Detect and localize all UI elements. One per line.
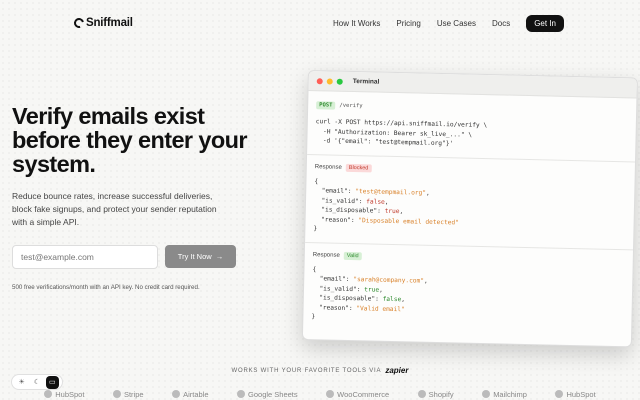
blocked-response-json: { "email": "test@tempmail.org", "is_vali… <box>313 177 459 233</box>
logo-text: Sniffmail <box>86 17 133 29</box>
tool-woocommerce: WooCommerce <box>326 390 389 399</box>
airtable-icon <box>172 390 181 398</box>
tool-hubspot-2: HubSpot <box>555 389 596 399</box>
nav-links: How It Works Pricing Use Cases Docs Get … <box>333 14 564 32</box>
terminal-window: Terminal POST /verify curl -X POST https… <box>301 70 638 348</box>
blocked-email: test@tempmail.org <box>358 188 423 197</box>
hubspot-icon <box>44 390 53 398</box>
zapier-logo: zapier <box>385 366 409 375</box>
curl-command: curl -X POST https://api.sniffmail.io/ve… <box>315 117 628 153</box>
nav-link-use-cases[interactable]: Use Cases <box>437 19 476 28</box>
close-dot-icon <box>316 77 323 84</box>
monitor-icon[interactable]: ▭ <box>45 375 59 389</box>
blocked-is-valid: false <box>366 197 385 206</box>
minimize-dot-icon <box>326 77 333 85</box>
shopify-icon <box>417 390 426 398</box>
response-label-valid: Response Valid <box>313 251 625 266</box>
integrations-heading: WORKS WITH YOUR FAVORITE TOOLS VIA zapie… <box>0 366 640 375</box>
email-input[interactable] <box>12 245 158 269</box>
blocked-badge: Blocked <box>345 163 372 172</box>
method-badge: POST <box>316 101 336 110</box>
hero-subtitle: Reduce bounce rates, increase successful… <box>12 191 217 227</box>
tool-mailchimp: Mailchimp <box>482 390 527 399</box>
tool-airtable: Airtable <box>172 389 209 399</box>
integrations-heading-text: WORKS WITH YOUR FAVORITE TOOLS VIA <box>231 367 382 374</box>
woocommerce-icon <box>326 390 335 398</box>
valid-is-valid: true <box>364 285 380 294</box>
valid-email: sarah@company.com <box>356 276 421 285</box>
valid-is-disposable: false <box>382 295 402 304</box>
maximize-dot-icon <box>336 78 343 85</box>
hero-title: Verify emails exist before they enter yo… <box>12 103 248 177</box>
tool-label: HubSpot <box>55 389 85 399</box>
tool-label: Shopify <box>428 389 454 399</box>
tool-label: WooCommerce <box>337 389 390 399</box>
tool-label: Airtable <box>183 389 209 399</box>
sun-icon[interactable]: ☀ <box>15 376 28 389</box>
mailchimp-icon <box>482 390 491 398</box>
endpoint-path: /verify <box>339 102 363 110</box>
divider <box>305 241 634 250</box>
response-label: Response <box>312 251 340 259</box>
tool-hubspot: HubSpot <box>44 390 84 399</box>
valid-response-json: { "email": "sarah@company.com", "is_vali… <box>311 265 428 321</box>
tool-label: HubSpot <box>566 389 596 399</box>
response-label: Response <box>314 163 342 171</box>
terminal-title: Terminal <box>352 78 380 86</box>
tool-label: Google Sheets <box>248 389 298 399</box>
theme-toggle: ☀ ☾ ▭ <box>11 374 63 390</box>
tools-row: HubSpot Stripe Airtable Google Sheets Wo… <box>0 387 640 400</box>
tool-label: Mailchimp <box>493 389 527 399</box>
logo[interactable]: Sniffmail <box>72 16 133 30</box>
blocked-is-disposable: true <box>384 207 400 216</box>
tool-google-sheets: Google Sheets <box>237 390 298 399</box>
divider <box>307 153 636 162</box>
moon-icon[interactable]: ☾ <box>30 376 43 389</box>
tool-shopify: Shopify <box>417 389 454 399</box>
valid-reason: Valid email <box>359 304 402 313</box>
blocked-reason: Disposable email detected <box>361 216 456 226</box>
response-label-blocked: Response Blocked <box>315 163 627 178</box>
hubspot-icon <box>555 390 564 398</box>
try-it-now-label: Try It Now <box>177 252 212 261</box>
nav-link-pricing[interactable]: Pricing <box>396 19 420 28</box>
tool-stripe: Stripe <box>112 389 144 399</box>
stripe-icon <box>112 390 121 398</box>
tool-label: Stripe <box>123 389 144 399</box>
google-sheets-icon <box>237 390 246 398</box>
logo-icon <box>72 16 86 30</box>
nav-link-docs[interactable]: Docs <box>492 19 510 28</box>
free-tier-note: 500 free verifications/month with an API… <box>12 284 200 291</box>
terminal-body: POST /verify curl -X POST https://api.sn… <box>303 91 636 329</box>
arrow-right-icon: → <box>215 252 224 261</box>
nav-link-how-it-works[interactable]: How It Works <box>333 19 380 28</box>
top-nav: Sniffmail How It Works Pricing Use Cases… <box>0 0 640 46</box>
valid-badge: Valid <box>343 251 362 260</box>
get-in-button[interactable]: Get In <box>526 14 564 32</box>
try-it-now-button[interactable]: Try It Now → <box>165 245 236 268</box>
request-line: POST /verify <box>316 101 628 116</box>
